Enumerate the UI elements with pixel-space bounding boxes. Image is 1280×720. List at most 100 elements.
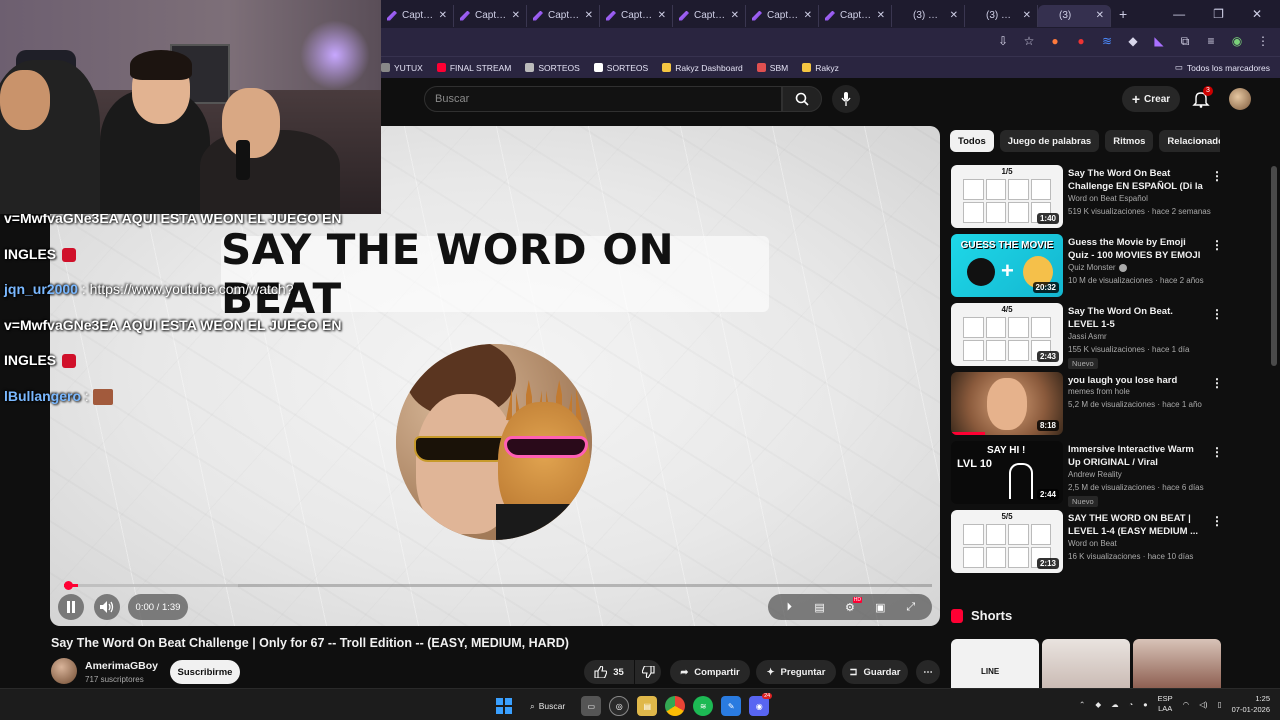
- recommended-video-channel[interactable]: Quiz Monster: [1068, 263, 1127, 272]
- spotify-icon[interactable]: ≋: [693, 696, 714, 716]
- media-icon[interactable]: ≡: [1204, 34, 1218, 48]
- share-button[interactable]: ➦ Compartir: [670, 660, 750, 684]
- clock[interactable]: 1:25 07-01-2026: [1232, 693, 1270, 715]
- subtitles-icon[interactable]: ▤: [813, 600, 827, 614]
- more-vertical-icon[interactable]: ⋮: [1211, 376, 1223, 390]
- account-avatar[interactable]: [1229, 88, 1251, 110]
- browser-tab[interactable]: Captura ✕: [746, 4, 819, 27]
- new-tab-button[interactable]: +: [1119, 6, 1127, 22]
- recommended-video-title[interactable]: Immersive Interactive Warm Up ORIGINAL /…: [1068, 443, 1204, 469]
- browser-tab[interactable]: Captura ✕: [454, 4, 527, 27]
- video-thumbnail[interactable]: 8:18: [951, 372, 1063, 435]
- short-thumbnail[interactable]: LINE: [951, 639, 1039, 691]
- extension-diamond-icon[interactable]: ◆: [1126, 34, 1140, 48]
- recommended-video[interactable]: 1/5 1:40 Say The Word On Beat Challenge EN…: [951, 165, 1223, 229]
- close-icon[interactable]: ✕: [439, 10, 447, 21]
- filter-chip[interactable]: Juego de palabras: [999, 130, 1100, 152]
- recommended-video-title[interactable]: SAY THE WORD ON BEAT | LEVEL 1-4 (EASY M…: [1068, 512, 1204, 538]
- extension-fox-icon[interactable]: ●: [1048, 34, 1062, 48]
- discord-icon[interactable]: ◉ 24: [749, 693, 773, 716]
- miniplayer-icon[interactable]: ▣: [873, 600, 887, 614]
- bookmark-item[interactable]: SBM: [756, 63, 788, 73]
- search-button[interactable]: [782, 86, 822, 112]
- channel-name[interactable]: AmerimaGBoy: [85, 660, 158, 672]
- dislike-button[interactable]: [635, 660, 661, 684]
- extensions-puzzle-icon[interactable]: ⧉: [1178, 34, 1192, 48]
- bookmark-item[interactable]: FINAL STREAM: [436, 63, 511, 73]
- progress-bar[interactable]: [64, 584, 932, 587]
- ask-button[interactable]: ✦ Preguntar: [756, 660, 836, 684]
- autoplay-toggle-icon[interactable]: ⏵: [782, 600, 796, 614]
- recommended-video-title[interactable]: Say The Word On Beat. LEVEL 1-5: [1068, 305, 1204, 331]
- close-icon[interactable]: ✕: [658, 10, 666, 21]
- tray-app-icon[interactable]: ◆: [1095, 700, 1101, 709]
- extension-red-icon[interactable]: ●: [1074, 34, 1088, 48]
- bookmark-star-icon[interactable]: ☆: [1022, 34, 1036, 48]
- video-thumbnail[interactable]: GUESS THE MOVIE +20:32: [951, 234, 1063, 297]
- browser-tab[interactable]: Captura ✕: [527, 4, 600, 27]
- close-icon[interactable]: ✕: [585, 10, 593, 21]
- close-icon[interactable]: ✕: [1023, 10, 1031, 21]
- fullscreen-icon[interactable]: ⤢: [904, 600, 918, 614]
- app-blue-icon[interactable]: ✎: [721, 696, 742, 716]
- files-icon[interactable]: ▤: [637, 696, 658, 716]
- voice-search-button[interactable]: [832, 85, 860, 113]
- language-indicator[interactable]: ESP LAA: [1158, 694, 1173, 714]
- more-vertical-icon[interactable]: ⋮: [1211, 514, 1223, 528]
- close-icon[interactable]: ✕: [1096, 10, 1104, 21]
- browser-tab[interactable]: Captura ✕: [673, 4, 746, 27]
- install-icon[interactable]: ⇩: [996, 34, 1010, 48]
- recommended-video-channel[interactable]: Word on Beat: [1068, 539, 1117, 548]
- chevron-right-icon[interactable]: ›: [1198, 134, 1202, 148]
- obs-icon[interactable]: ◎: [609, 696, 630, 716]
- search-input[interactable]: Buscar: [424, 86, 782, 112]
- bookmark-item[interactable]: Rakyz: [802, 63, 839, 73]
- filter-chip[interactable]: Todos: [950, 130, 994, 152]
- browser-tab[interactable]: (3) Say ✕: [965, 4, 1038, 27]
- video-thumbnail[interactable]: SAY HI ! LVL 10 2:44: [951, 441, 1063, 504]
- close-icon[interactable]: ✕: [877, 10, 885, 21]
- filter-chip[interactable]: Ritmos: [1105, 130, 1154, 152]
- create-button[interactable]: + Crear: [1122, 86, 1180, 112]
- chevron-up-icon[interactable]: ⌃: [1079, 700, 1085, 709]
- progress-scrubber[interactable]: [64, 581, 73, 590]
- browser-tab[interactable]: (3) ✕: [1038, 4, 1111, 27]
- recommended-video[interactable]: 5/5 2:13 SAY THE WORD ON BEAT | LEVEL 1-4 …: [951, 510, 1223, 574]
- recommended-video[interactable]: GUESS THE MOVIE +20:32 Guess the Movie by …: [951, 234, 1223, 298]
- extension-twitch-icon[interactable]: ◣: [1152, 34, 1166, 48]
- more-vertical-icon[interactable]: ⋮: [1211, 169, 1223, 183]
- more-actions-button[interactable]: ⋯: [916, 660, 940, 684]
- wifi-icon[interactable]: ◠: [1183, 700, 1190, 709]
- short-thumbnail[interactable]: [1133, 639, 1221, 691]
- recommended-video[interactable]: 4/5 2:43 Say The Word On Beat. LEVEL 1-5 Ja…: [951, 303, 1223, 369]
- bookmark-item[interactable]: Rakyz Dashboard: [662, 63, 743, 73]
- video-thumbnail[interactable]: 5/5 2:13: [951, 510, 1063, 573]
- task-view-icon[interactable]: ▭: [581, 696, 602, 716]
- volume-button[interactable]: [94, 594, 120, 620]
- taskbar-search[interactable]: ⌕ Buscar: [522, 695, 573, 717]
- menu-kebab-icon[interactable]: ⋮: [1256, 34, 1270, 48]
- recommended-video-title[interactable]: you laugh you lose hard: [1068, 374, 1204, 387]
- video-thumbnail[interactable]: 4/5 2:43: [951, 303, 1063, 366]
- video-thumbnail[interactable]: 1/5 1:40: [951, 165, 1063, 228]
- subscribe-button[interactable]: Suscribirme: [170, 660, 240, 684]
- recommended-video-channel[interactable]: Jassi Asmr: [1068, 332, 1107, 341]
- recommended-video-channel[interactable]: Andrew Reality: [1068, 470, 1122, 479]
- recommended-video-channel[interactable]: Word on Beat Español: [1068, 194, 1148, 203]
- recommended-video-channel[interactable]: memes from hole: [1068, 387, 1130, 396]
- page-scrollbar[interactable]: [1271, 166, 1277, 366]
- browser-tab[interactable]: Captura ✕: [819, 4, 892, 27]
- close-icon[interactable]: ✕: [804, 10, 812, 21]
- bookmark-item[interactable]: SORTEOS: [525, 63, 580, 73]
- close-window-icon[interactable]: ✕: [1252, 7, 1262, 21]
- restore-icon[interactable]: ❐: [1213, 7, 1224, 21]
- close-icon[interactable]: ✕: [731, 10, 739, 21]
- windows-start-icon[interactable]: [494, 696, 514, 716]
- all-bookmarks[interactable]: ▭ Todos los marcadores: [1175, 62, 1270, 73]
- filter-chip[interactable]: Relacionado: [1159, 130, 1220, 152]
- network-icon[interactable]: ◔: [1129, 700, 1134, 709]
- minimize-icon[interactable]: —: [1173, 7, 1185, 21]
- recommended-video-title[interactable]: Say The Word On Beat Challenge EN ESPAÑO…: [1068, 167, 1204, 193]
- bookmark-item[interactable]: YUTUX: [381, 63, 423, 73]
- like-button[interactable]: 35: [584, 660, 634, 684]
